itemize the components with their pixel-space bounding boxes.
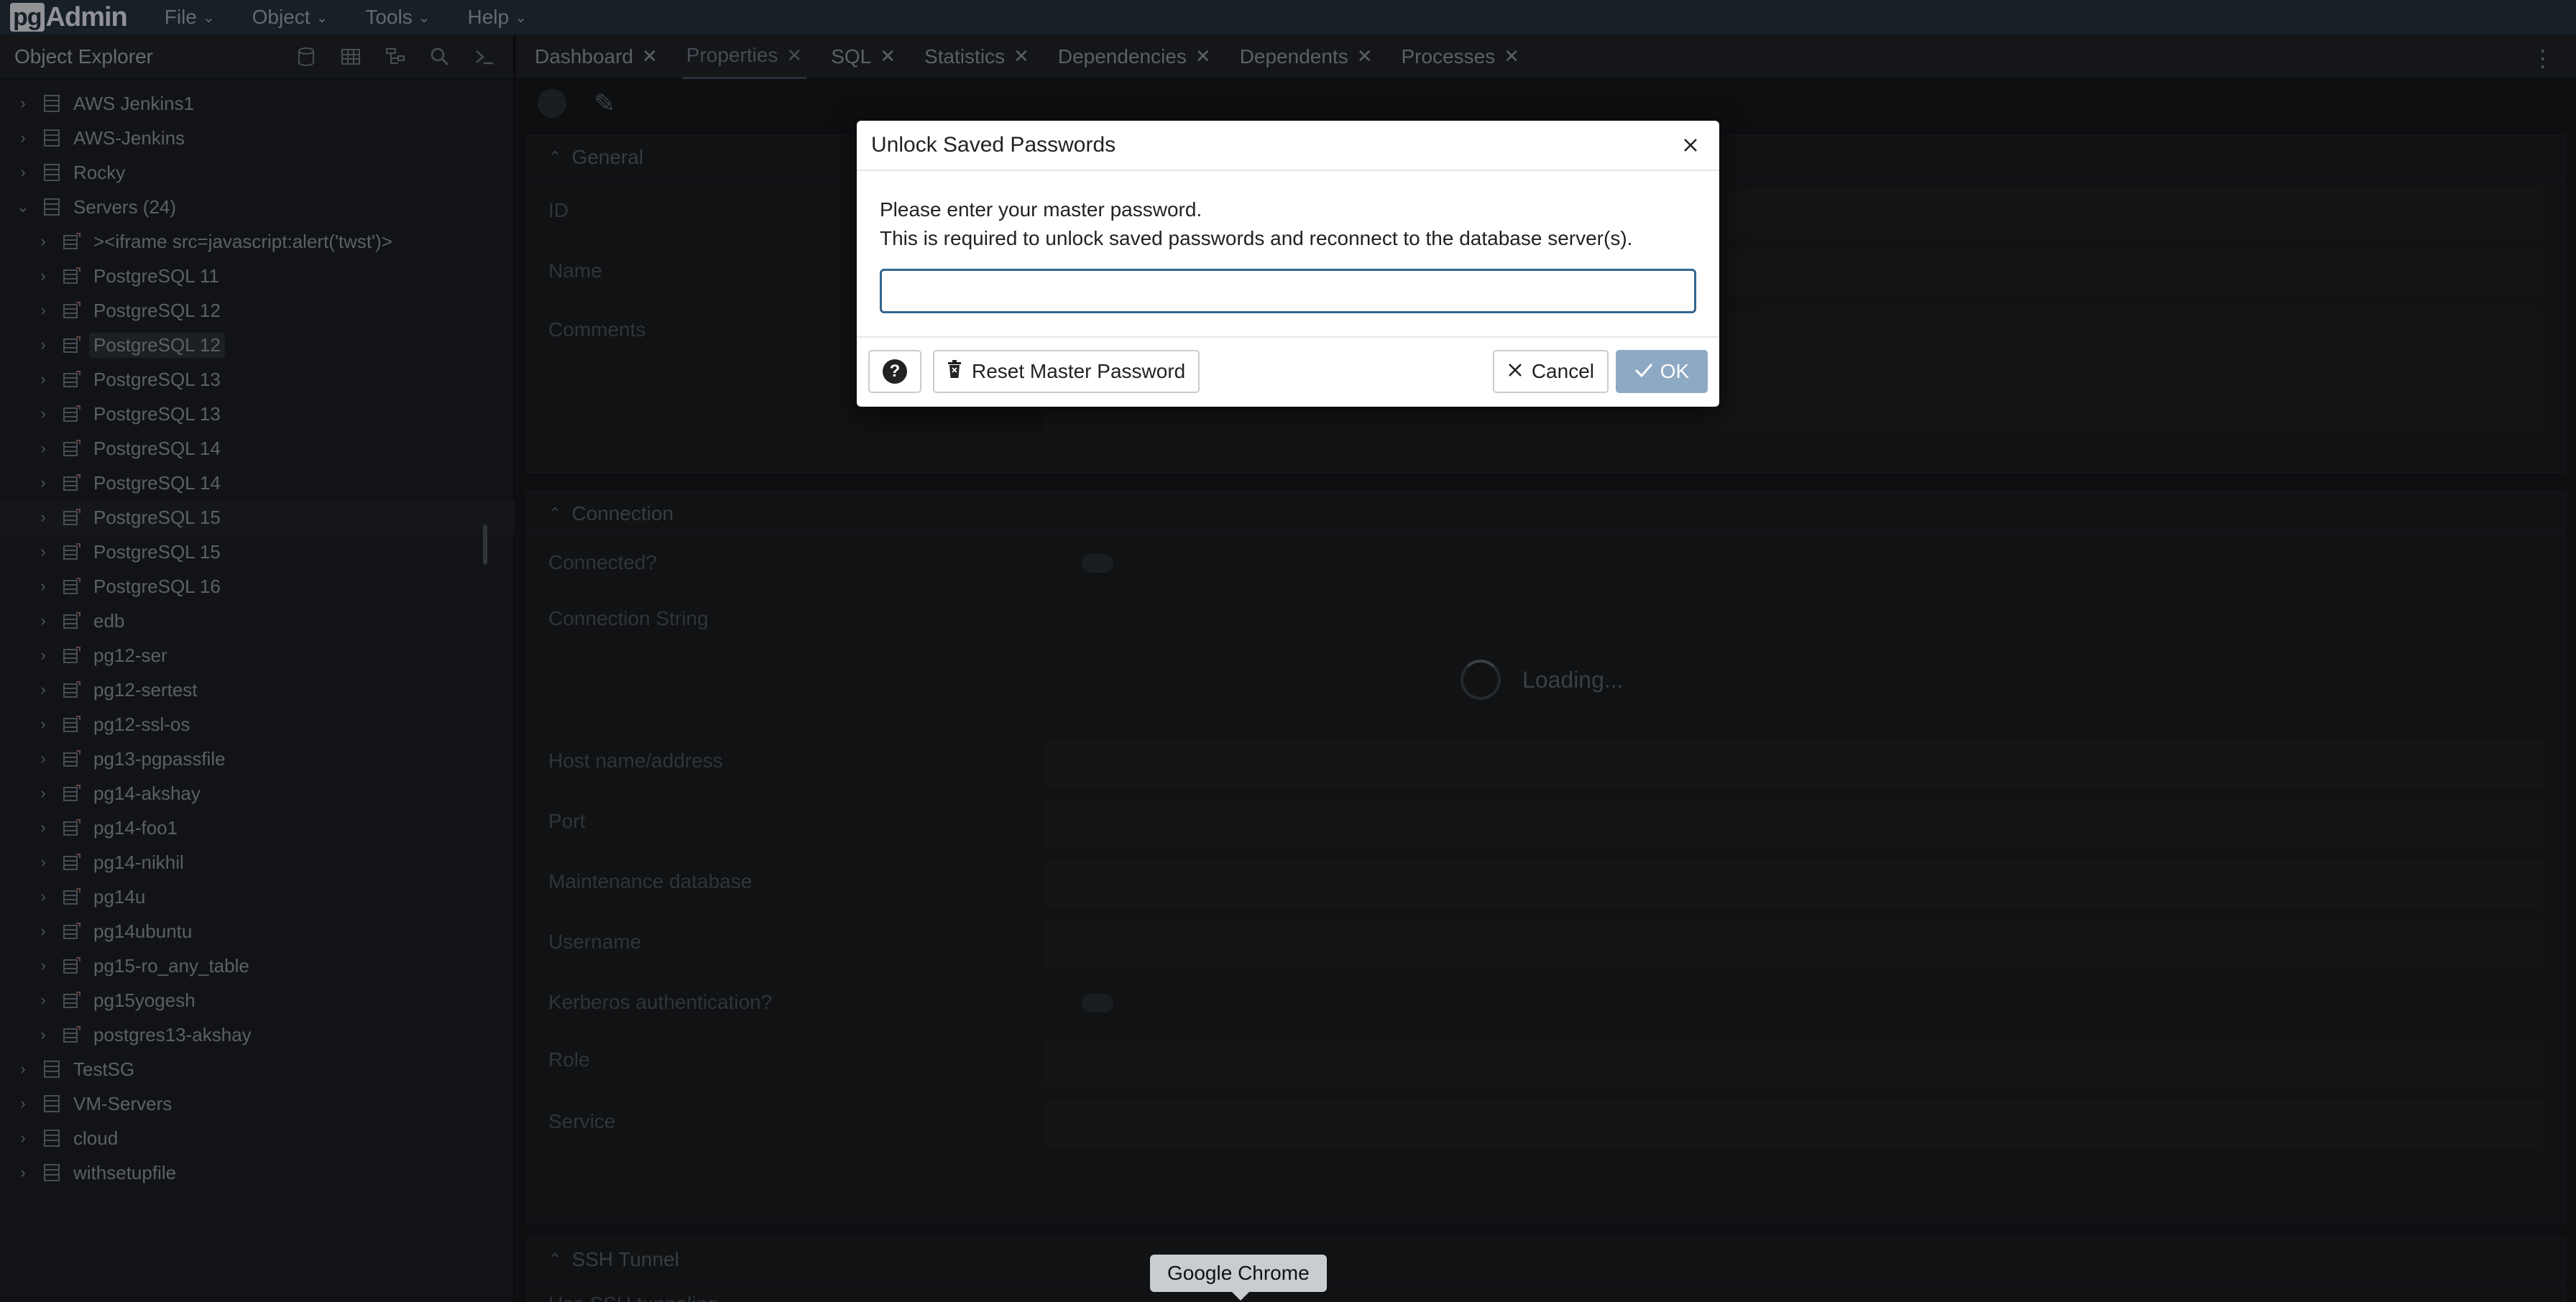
reset-master-password-button[interactable]: Reset Master Password	[933, 350, 1200, 393]
close-icon[interactable]	[1676, 131, 1705, 160]
app-tooltip: Google Chrome	[1150, 1255, 1327, 1301]
cancel-button[interactable]: Cancel	[1492, 350, 1609, 393]
unlock-passwords-dialog: Unlock Saved Passwords Please enter your…	[857, 121, 1719, 407]
close-icon	[1507, 359, 1523, 384]
master-password-input[interactable]	[880, 269, 1696, 313]
dialog-message-line1: Please enter your master password.	[880, 198, 1202, 221]
trash-icon	[947, 359, 962, 384]
reset-button-label: Reset Master Password	[972, 360, 1186, 382]
dialog-body: Please enter your master password. This …	[857, 171, 1719, 338]
check-icon	[1634, 360, 1653, 383]
ok-button-label: OK	[1660, 360, 1690, 382]
ok-button[interactable]: OK	[1616, 350, 1708, 393]
question-icon: ?	[883, 359, 907, 384]
dialog-header: Unlock Saved Passwords	[857, 121, 1719, 171]
cancel-button-label: Cancel	[1531, 360, 1594, 382]
tooltip-text: Google Chrome	[1167, 1262, 1310, 1284]
dialog-message-line2: This is required to unlock saved passwor…	[880, 227, 1633, 249]
dialog-footer: ? Reset Master Password Cancel OK	[857, 338, 1719, 405]
dialog-title: Unlock Saved Passwords	[871, 133, 1116, 157]
help-button[interactable]: ?	[868, 350, 921, 393]
